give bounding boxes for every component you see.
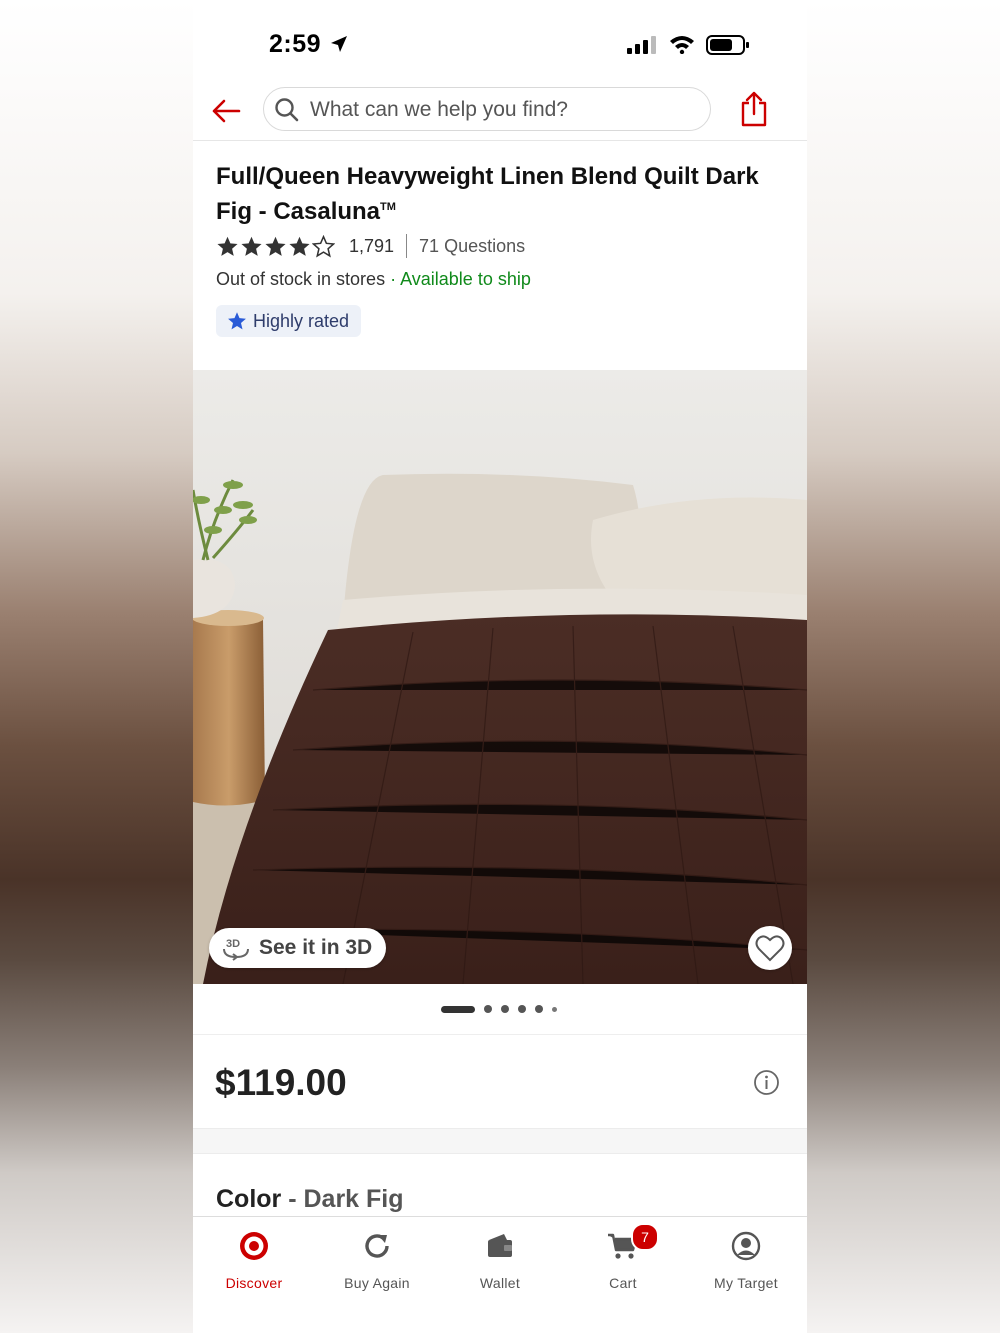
tab-label: Discover	[225, 1275, 283, 1291]
stock-status: Out of stock in stores · Available to sh…	[216, 269, 531, 290]
cellular-signal-icon	[627, 36, 656, 54]
stock-separator: ·	[385, 269, 401, 289]
ship-availability-text: Available to ship	[400, 269, 531, 289]
wifi-icon	[670, 36, 694, 54]
tab-discover[interactable]: Discover	[193, 1227, 315, 1291]
info-icon[interactable]	[753, 1069, 780, 1096]
color-separator: -	[281, 1185, 304, 1213]
tab-cart[interactable]: 7 Cart	[562, 1223, 684, 1291]
section-divider	[193, 1034, 807, 1035]
share-icon[interactable]	[739, 90, 769, 128]
image-carousel-dots[interactable]	[441, 1005, 557, 1013]
carousel-dot-active[interactable]	[441, 1005, 475, 1013]
star-filled-icon	[217, 236, 238, 256]
carousel-dot[interactable]	[552, 1006, 557, 1012]
3d-view-icon: 3D	[223, 938, 249, 961]
tab-label: My Target	[714, 1275, 778, 1291]
star-filled-icon	[241, 236, 262, 256]
cart-count-badge: 7	[631, 1223, 659, 1251]
trademark-mark: TM	[380, 201, 396, 213]
questions-link[interactable]: 71 Questions	[419, 236, 525, 257]
search-icon	[275, 98, 299, 122]
star-filled-icon	[265, 236, 286, 256]
tab-wallet[interactable]: Wallet	[439, 1227, 561, 1291]
product-price: $119.00	[215, 1062, 347, 1103]
carousel-dot[interactable]	[501, 1005, 509, 1013]
see-in-3d-button[interactable]: 3D See it in 3D	[209, 928, 387, 968]
store-stock-text: Out of stock in stores	[216, 269, 386, 289]
account-icon	[731, 1231, 761, 1261]
tab-my-target[interactable]: My Target	[685, 1227, 807, 1291]
search-input[interactable]	[308, 94, 702, 126]
location-arrow-icon	[331, 36, 347, 52]
star-filled-icon	[289, 236, 310, 256]
tab-label: Buy Again	[344, 1275, 410, 1291]
rating-count: 1,791	[349, 235, 395, 256]
section-gap	[193, 1128, 807, 1154]
color-label: Color	[216, 1185, 282, 1213]
battery-icon	[706, 35, 749, 55]
rating-row[interactable]: 1,791 71 Questions	[216, 233, 525, 259]
bed-photo	[193, 370, 807, 984]
tab-label: Wallet	[479, 1275, 521, 1291]
bottom-tab-bar: Discover Buy Again Wallet 7 Cart My Targ…	[193, 1216, 807, 1333]
carousel-dot[interactable]	[484, 1005, 492, 1013]
highly-rated-badge: Highly rated	[216, 305, 362, 337]
target-bullseye-icon	[240, 1232, 268, 1260]
search-header	[193, 84, 807, 141]
tab-label: Cart	[609, 1275, 637, 1291]
see-in-3d-label: See it in 3D	[259, 936, 373, 959]
badge-label: Highly rated	[253, 310, 350, 331]
star-empty-icon	[312, 234, 335, 257]
wallet-icon	[488, 1234, 512, 1257]
color-value: Dark Fig	[303, 1185, 404, 1213]
refresh-icon	[365, 1234, 389, 1258]
heart-icon	[755, 935, 785, 962]
carousel-dot[interactable]	[535, 1005, 543, 1013]
star-icon	[228, 312, 246, 330]
carousel-dot[interactable]	[518, 1005, 526, 1013]
tab-buy-again[interactable]: Buy Again	[316, 1227, 438, 1291]
status-time: 2:59	[269, 30, 322, 58]
product-title-text: Full/Queen Heavyweight Linen Blend Quilt…	[216, 163, 759, 225]
rating-divider	[406, 234, 408, 258]
back-arrow-icon[interactable]	[209, 94, 243, 128]
svg-text:3D: 3D	[226, 938, 240, 950]
product-image[interactable]: 3D See it in 3D	[193, 370, 807, 984]
product-title: Full/Queen Heavyweight Linen Blend Quilt…	[216, 162, 786, 227]
color-selector-heading: Color - Dark Fig	[216, 1185, 404, 1214]
star-rating	[216, 234, 335, 258]
status-bar: 2:59	[193, 0, 807, 80]
phone-screen: 2:59 What can we help you find? Full/Que…	[193, 0, 807, 1333]
favorite-button[interactable]	[748, 926, 792, 970]
search-bar[interactable]	[263, 87, 711, 131]
